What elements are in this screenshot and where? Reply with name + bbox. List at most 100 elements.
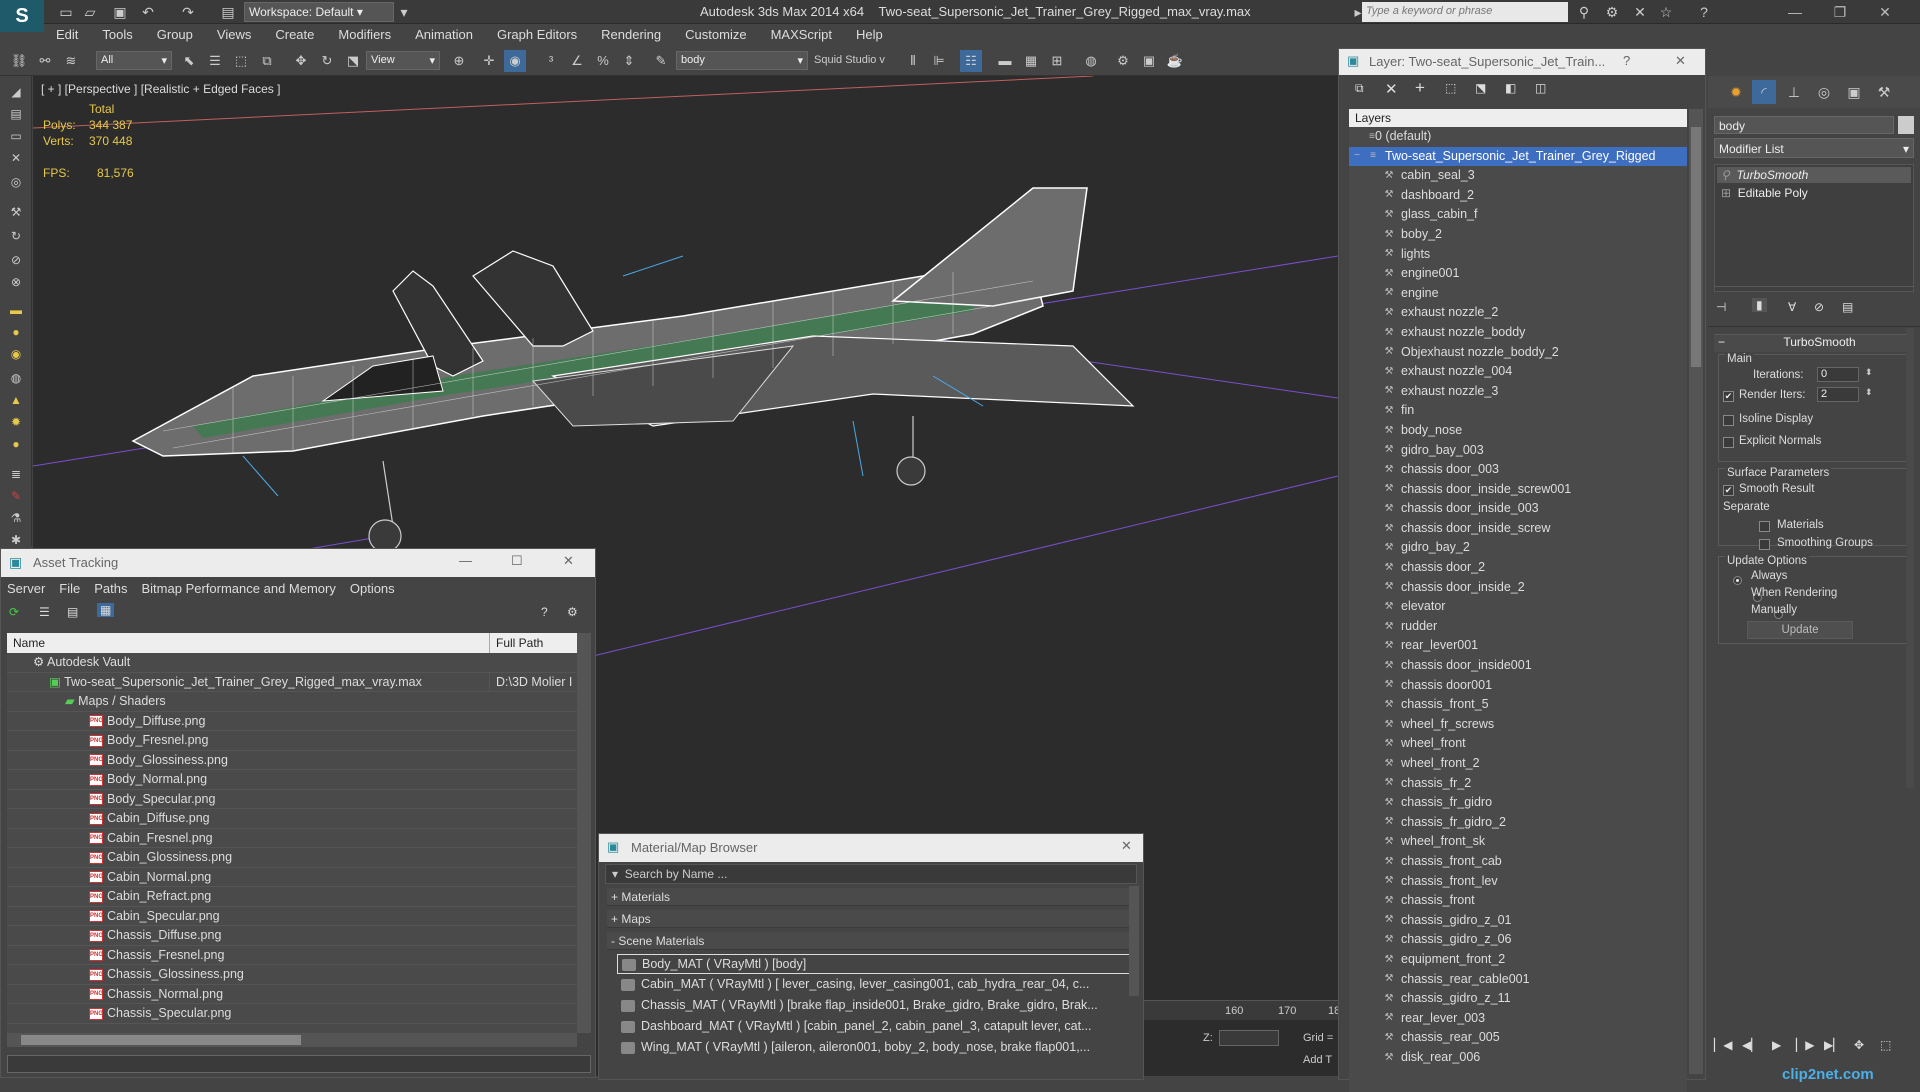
redo-icon[interactable]: ↷ (178, 3, 198, 21)
layer-help-icon[interactable]: ? (1623, 53, 1630, 68)
object-name-input[interactable]: body (1714, 116, 1894, 134)
strip-tool-5-icon[interactable]: ◎ (6, 172, 26, 192)
menu-help[interactable]: Help (844, 24, 895, 46)
layer-object-item[interactable]: ⚒ chassis_fr_gidro_2 (1349, 813, 1687, 833)
list-view-icon[interactable]: ☰ (39, 605, 50, 619)
strip-tool-19-icon[interactable]: ⚗ (6, 508, 26, 528)
angle-snap-icon[interactable]: ∠ (566, 50, 588, 72)
asset-tracking-titlebar[interactable]: ▣ Asset Tracking — ☐ ✕ (1, 549, 595, 577)
keyword-search-input[interactable]: Type a keyword or phrase (1362, 2, 1568, 22)
table-row[interactable]: PNG Cabin_Diffuse.png (7, 809, 577, 829)
isoline-checkbox[interactable] (1723, 415, 1734, 426)
turbosmooth-rollout-header[interactable]: − TurboSmooth (1714, 334, 1914, 352)
strip-tool-12-icon[interactable]: ◉ (6, 344, 26, 364)
layer-object-item[interactable]: ⚒ rudder (1349, 617, 1687, 637)
render-iters-spinner[interactable]: 2 (1817, 387, 1859, 402)
material-row[interactable]: Cabin_MAT ( VRayMtl ) [ lever_casing, le… (617, 975, 1131, 995)
rotate-icon[interactable]: ↻ (316, 50, 338, 72)
menu-modifiers[interactable]: Modifiers (326, 24, 403, 46)
reference-coord-dropdown[interactable]: View ▾ (366, 51, 440, 70)
app-logo[interactable]: S (0, 0, 44, 32)
layer-object-item[interactable]: ⚒ chassis_gidro_z_06 (1349, 930, 1687, 950)
layer-object-item[interactable]: ⚒ chassis door_inside001 (1349, 656, 1687, 676)
layer-object-item[interactable]: ⚒ wheel_front_sk (1349, 832, 1687, 852)
strip-tool-3-icon[interactable]: ▭ (6, 126, 26, 146)
render-iters-checkbox[interactable]: ✔ (1723, 391, 1734, 402)
layer-object-item[interactable]: ⚒ chassis door_inside_screw (1349, 519, 1687, 539)
open-file-icon[interactable]: ▱ (80, 3, 100, 21)
asset-menu-paths[interactable]: Paths (94, 581, 127, 597)
layer-object-item[interactable]: ⚒ body_nose (1349, 421, 1687, 441)
table-row[interactable]: PNG Chassis_Normal.png (7, 985, 577, 1004)
pivot-center-icon[interactable]: ⊕ (448, 50, 470, 72)
section-scene-materials[interactable]: - Scene Materials (607, 932, 1135, 950)
strip-tool-9-icon[interactable]: ⊗ (6, 272, 26, 292)
utilities-tab-icon[interactable]: ⚒ (1872, 80, 1896, 104)
strip-tool-14-icon[interactable]: ▲ (6, 390, 26, 410)
selection-filter-dropdown[interactable]: All ▾ (96, 51, 172, 70)
layer-manager-icon[interactable]: ☷ (960, 50, 982, 72)
list-item[interactable]: ▣ Two-seat_Supersonic_Jet_Trainer_Grey_R… (7, 672, 577, 692)
layer-object-item[interactable]: ⚒ dashboard_2 (1349, 186, 1687, 206)
layer-freeze-icon[interactable]: ◫ (1535, 81, 1546, 95)
modify-tab-icon[interactable]: ◜ (1752, 80, 1776, 104)
update-button[interactable]: Update (1747, 621, 1853, 639)
create-tab-icon[interactable]: ✹ (1724, 80, 1748, 104)
layer-object-item[interactable]: ⚒ exhaust nozzle_3 (1349, 382, 1687, 402)
layer-object-item[interactable]: ⚒ cabin_seal_3 (1349, 166, 1687, 186)
table-row[interactable]: PNG Chassis_Diffuse.png (7, 926, 577, 946)
material-row[interactable]: Body_MAT ( VRayMtl ) [body] (617, 954, 1131, 974)
iterations-spinner[interactable]: 0 (1817, 367, 1859, 382)
layer-select-icon[interactable]: ⬚ (1445, 81, 1456, 95)
layer-object-item[interactable]: ⚒ chassis door001 (1349, 676, 1687, 696)
table-row[interactable]: PNG Cabin_Normal.png (7, 868, 577, 887)
table-row[interactable]: PNG Body_Glossiness.png (7, 751, 577, 770)
layer-object-item[interactable]: ⚒ wheel_front_2 (1349, 754, 1687, 774)
link-icon[interactable]: ⛓ (8, 50, 30, 72)
close-window-icon[interactable]: ✕ (1870, 2, 1900, 22)
unlink-icon[interactable]: ⚯ (34, 50, 56, 72)
layer-new-icon[interactable]: ⧉ (1355, 81, 1364, 96)
layer-object-item[interactable]: ⚒ chassis_gidro_z_01 (1349, 911, 1687, 931)
materials-checkbox[interactable] (1759, 521, 1770, 532)
material-scrollbar[interactable] (1129, 886, 1139, 996)
percent-snap-icon[interactable]: % (592, 50, 614, 72)
table-row[interactable]: PNG Body_Fresnel.png (7, 731, 577, 751)
table-row[interactable]: PNG Cabin_Refract.png (7, 887, 577, 907)
workspace-dropdown[interactable]: Workspace: Default ▾ (244, 2, 394, 22)
thumbnail-view-icon[interactable]: ▤ (67, 605, 78, 619)
layer-object-item[interactable]: ⚒ disk_rear_006 (1349, 1048, 1687, 1068)
menu-graph-editors[interactable]: Graph Editors (485, 24, 589, 46)
asset-menu-options[interactable]: Options (350, 581, 395, 597)
smoothing-groups-checkbox[interactable] (1759, 539, 1770, 550)
strip-tool-10-icon[interactable]: ▬ (6, 300, 26, 320)
refresh-icon[interactable]: ⟳ (9, 605, 19, 619)
make-unique-icon[interactable]: ∀ (1788, 300, 1796, 314)
table-row[interactable]: PNG Cabin_Specular.png (7, 907, 577, 926)
material-row[interactable]: Chassis_MAT ( VRayMtl ) [brake flap_insi… (617, 996, 1131, 1016)
strip-tool-20-icon[interactable]: ✱ (6, 530, 26, 550)
spinner-snap-icon[interactable]: ⇕ (618, 50, 640, 72)
layer-add-icon[interactable]: + (1415, 78, 1425, 98)
material-search-input[interactable]: ▾ Search by Name ... (605, 864, 1137, 884)
layer-object-item[interactable]: ⚒ chassis_front_lev (1349, 872, 1687, 892)
communication-icon[interactable]: ✕ (1630, 3, 1650, 21)
add-time-tag-label[interactable]: Add T (1303, 1054, 1332, 1066)
modifier-list-dropdown[interactable]: Modifier List ▾ (1714, 138, 1914, 158)
explicit-normals-checkbox[interactable] (1723, 437, 1734, 448)
table-row[interactable]: PNG Chassis_Glossiness.png (7, 965, 577, 985)
motion-tab-icon[interactable]: ◎ (1812, 80, 1836, 104)
layer-object-item[interactable]: ⚒ chassis_gidro_z_11 (1349, 989, 1687, 1009)
strip-tool-1-icon[interactable]: ◢ (6, 82, 26, 102)
menu-edit[interactable]: Edit (44, 24, 90, 46)
asset-vertical-scrollbar[interactable] (577, 633, 591, 1033)
layer-close-icon[interactable]: ✕ (1675, 53, 1686, 69)
minimize-window-icon[interactable]: — (1780, 2, 1810, 22)
render-production-icon[interactable]: ☕ (1164, 50, 1186, 72)
material-browser-titlebar[interactable]: ▣ Material/Map Browser ✕ (599, 834, 1143, 862)
menu-rendering[interactable]: Rendering (589, 24, 673, 46)
object-color-swatch[interactable] (1898, 116, 1914, 134)
window-crossing-icon[interactable]: ⧉ (256, 50, 278, 72)
undo-icon[interactable]: ↶ (138, 3, 158, 21)
layer-highlight-icon[interactable]: ⬔ (1475, 81, 1486, 95)
